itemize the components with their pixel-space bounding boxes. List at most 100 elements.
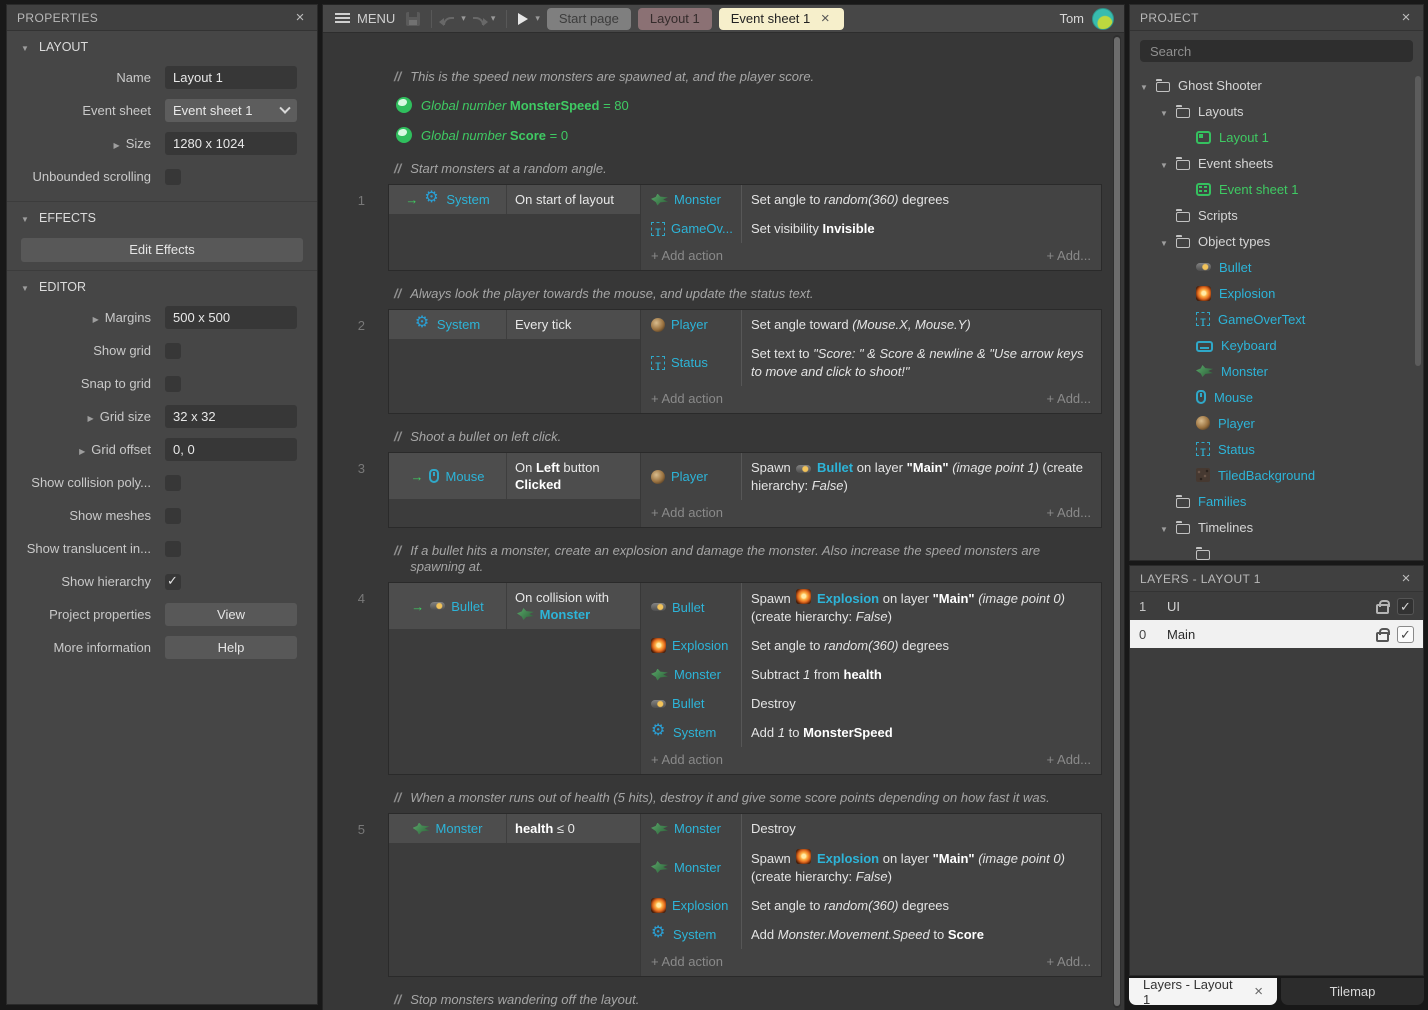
global-variable-row[interactable]: Global number Score = 0 [323,125,1124,145]
tab-event-sheet-1[interactable]: Event sheet 1 [719,8,845,30]
tab-start-page[interactable]: Start page [547,8,631,30]
project-scrollbar[interactable] [1415,68,1421,560]
grid-size-field[interactable]: 32 x 32 [165,405,297,428]
save-button[interactable] [406,12,420,26]
collapse-triangle-icon[interactable] [1160,234,1176,249]
event-action[interactable]: BulletDestroy [641,689,1101,718]
show-collision-checkbox[interactable] [165,475,181,491]
close-tab-icon[interactable] [818,10,832,27]
close-icon[interactable] [1399,9,1413,26]
event-condition[interactable]: MouseOn Left button Clicked [389,453,640,499]
event-sheet-scrollbar[interactable] [1113,35,1121,1008]
undo-dropdown-icon[interactable] [461,13,466,24]
user-area[interactable]: Tom [1059,8,1116,30]
comment-row[interactable]: //Start monsters at a random angle. [323,161,1124,177]
tree-item-object-types[interactable]: Object types [1130,228,1423,254]
grid-offset-field[interactable]: 0, 0 [165,438,297,461]
comment-row[interactable]: //Always look the player towards the mou… [323,286,1124,302]
event-action[interactable]: MonsterSpawn Explosion on layer "Main" (… [641,843,1101,891]
section-header-layout[interactable]: LAYOUT [7,31,317,61]
global-variable-row[interactable]: Global number MonsterSpeed = 80 [323,95,1124,115]
preview-button[interactable] [518,13,528,25]
show-grid-checkbox[interactable] [165,343,181,359]
comment-row[interactable]: //Shoot a bullet on left click. [323,429,1124,445]
event-action[interactable]: ExplosionSet angle to random(360) degree… [641,891,1101,920]
tree-item-families[interactable]: Families [1130,488,1423,514]
expand-triangle-icon[interactable] [75,442,85,457]
tree-item-item[interactable] [1130,540,1423,560]
unbounded-scrolling-checkbox[interactable] [165,169,181,185]
tree-item-ghost-shooter[interactable]: Ghost Shooter [1130,72,1423,98]
add-action-link[interactable]: + Add action [651,248,723,263]
layer-row-main[interactable]: 0 Main [1130,620,1423,648]
tree-item-layouts[interactable]: Layouts [1130,98,1423,124]
tree-item-mouse[interactable]: Mouse [1130,384,1423,410]
layer-visibility-checkbox[interactable] [1397,626,1414,643]
tree-item-event-sheet-1[interactable]: Event sheet 1 [1130,176,1423,202]
comment-row[interactable]: //When a monster runs out of health (5 h… [323,790,1124,806]
add-link[interactable]: + Add... [1047,248,1091,263]
help-button[interactable]: Help [165,636,297,659]
show-hierarchy-checkbox[interactable] [165,574,181,590]
collapse-triangle-icon[interactable] [1160,104,1176,119]
show-meshes-checkbox[interactable] [165,508,181,524]
expand-triangle-icon[interactable] [110,136,120,151]
name-field[interactable]: Layout 1 [165,66,297,89]
expand-triangle-icon[interactable] [84,409,94,424]
event-action[interactable]: StatusSet text to "Score: " & Score & ne… [641,339,1101,386]
layer-row-ui[interactable]: 1 UI [1130,592,1423,620]
add-link[interactable]: + Add... [1047,954,1091,969]
menu-button[interactable]: MENU [331,11,399,26]
collapse-triangle-icon[interactable] [1160,520,1176,535]
add-link[interactable]: + Add... [1047,505,1091,520]
close-icon[interactable] [1399,570,1413,587]
event-action[interactable]: MonsterSet angle to random(360) degrees [641,185,1101,214]
tab-layers-layout-1[interactable]: Layers - Layout 1 [1129,978,1277,1005]
add-action-link[interactable]: + Add action [651,391,723,406]
redo-button[interactable] [473,17,484,25]
close-tab-icon[interactable] [1254,983,1263,1000]
undo-button[interactable] [443,17,454,25]
event-action[interactable]: ExplosionSet angle to random(360) degree… [641,631,1101,660]
comment-row[interactable]: //Stop monsters wandering off the layout… [323,992,1124,1008]
event-action[interactable]: SystemAdd 1 to MonsterSpeed [641,718,1101,747]
add-link[interactable]: + Add... [1047,391,1091,406]
show-translucent-checkbox[interactable] [165,541,181,557]
add-action-link[interactable]: + Add action [651,752,723,767]
event-action[interactable]: MonsterDestroy [641,814,1101,843]
view-button[interactable]: View [165,603,297,626]
tab-tilemap[interactable]: Tilemap [1281,978,1424,1005]
tree-item-event-sheets[interactable]: Event sheets [1130,150,1423,176]
event-condition[interactable]: Monsterhealth ≤ 0 [389,814,640,843]
lock-icon[interactable] [1376,632,1389,642]
tree-item-tiledbackground[interactable]: TiledBackground [1130,462,1423,488]
comment-row[interactable]: //This is the speed new monsters are spa… [323,69,1124,85]
section-header-editor[interactable]: EDITOR [7,270,317,301]
tree-item-player[interactable]: Player [1130,410,1423,436]
tree-item-gameovertext[interactable]: GameOverText [1130,306,1423,332]
scrollbar-thumb[interactable] [1415,76,1421,366]
event-action[interactable]: BulletSpawn Explosion on layer "Main" (i… [641,583,1101,631]
comment-row[interactable]: //If a bullet hits a monster, create an … [323,543,1124,575]
event-action[interactable]: MonsterSubtract 1 from health [641,660,1101,689]
collapse-triangle-icon[interactable] [1160,156,1176,171]
lock-icon[interactable] [1376,604,1389,614]
collapse-triangle-icon[interactable] [1140,78,1156,93]
tree-item-keyboard[interactable]: Keyboard [1130,332,1423,358]
tree-item-monster[interactable]: Monster [1130,358,1423,384]
add-link[interactable]: + Add... [1047,752,1091,767]
event-condition[interactable]: SystemEvery tick [389,310,640,339]
event-action[interactable]: PlayerSpawn Bullet on layer "Main" (imag… [641,453,1101,500]
event-action[interactable]: SystemAdd Monster.Movement.Speed to Scor… [641,920,1101,949]
event-sheet-dropdown[interactable]: Event sheet 1 [165,99,297,122]
event-sheet[interactable]: //This is the speed new monsters are spa… [323,33,1124,1010]
tree-item-explosion[interactable]: Explosion [1130,280,1423,306]
preview-dropdown-icon[interactable] [535,13,540,24]
tab-layout-1[interactable]: Layout 1 [638,8,712,30]
tree-item-status[interactable]: Status [1130,436,1423,462]
event-condition[interactable]: SystemOn start of layout [389,185,640,214]
expand-triangle-icon[interactable] [89,310,99,325]
tree-item-scripts[interactable]: Scripts [1130,202,1423,228]
section-header-effects[interactable]: EFFECTS [7,201,317,232]
layer-visibility-checkbox[interactable] [1397,598,1414,615]
